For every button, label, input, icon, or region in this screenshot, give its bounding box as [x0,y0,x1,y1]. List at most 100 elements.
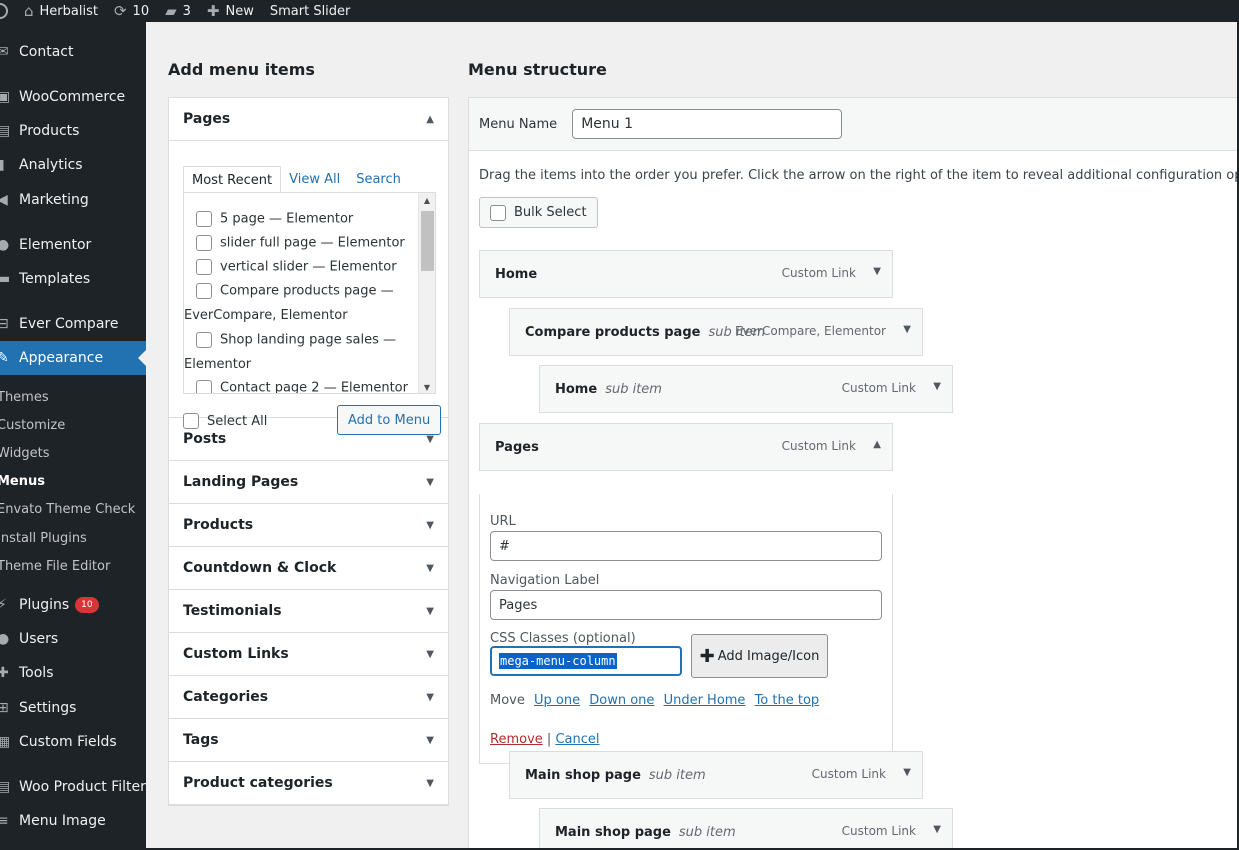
menu-item[interactable]: Home Custom Link ▼ [479,250,893,298]
submenu-customize[interactable]: Customize [0,411,65,439]
move-to-top-link[interactable]: To the top [755,693,820,708]
menu-item[interactable]: Main shop page sub item Custom Link ▼ [509,751,923,799]
chevron-down-icon[interactable]: ▼ [426,434,434,445]
menu-item-expanded[interactable]: Pages Custom Link ▲ [479,423,893,471]
remove-link[interactable]: Remove [490,732,543,747]
submenu-theme-file-editor[interactable]: Theme File Editor [0,552,110,580]
tab-view-all[interactable]: View All [281,166,348,195]
list-item[interactable]: 5 page — Elementor [196,211,353,227]
navigation-label-input[interactable]: Pages [490,590,882,620]
list-item[interactable]: Shop landing page sales — [196,332,396,348]
page-checkbox[interactable] [196,380,212,393]
page-label: slider full page — Elementor [220,235,405,251]
tags-section-header[interactable]: Tags ▼ [169,719,448,762]
cancel-link[interactable]: Cancel [555,732,599,747]
products-section-header[interactable]: Products ▼ [169,504,448,547]
menu-name-input[interactable]: Menu 1 [572,109,843,139]
chevron-up-icon[interactable]: ▲ [426,114,434,125]
submenu-menus[interactable]: Menus [0,467,45,495]
tab-most-recent[interactable]: Most Recent [183,166,282,195]
submenu-envato-theme-check[interactable]: Envato Theme Check [0,495,135,523]
chevron-down-icon[interactable]: ▼ [933,381,941,392]
section-title: Categories [183,689,269,705]
page-checkbox[interactable] [196,283,212,299]
categories-section-header[interactable]: Categories ▼ [169,676,448,719]
list-item[interactable]: vertical slider — Elementor [196,259,397,275]
list-item[interactable]: slider full page — Elementor [196,235,405,251]
menu-item[interactable]: Main shop page sub item Custom Link ▼ [539,808,953,848]
menu-item[interactable]: Home sub item Custom Link ▼ [539,365,953,413]
sidebar-item-custom-fields[interactable]: ▦ Custom Fields [0,725,146,759]
chevron-down-icon[interactable]: ▼ [933,824,941,835]
page-checkbox[interactable] [196,332,212,348]
smart-slider-link[interactable]: Smart Slider [270,0,351,22]
countdown-clock-section-header[interactable]: Countdown & Clock ▼ [169,547,448,590]
tab-search[interactable]: Search [348,166,409,195]
testimonials-section-header[interactable]: Testimonials ▼ [169,590,448,633]
landing-pages-section-header[interactable]: Landing Pages ▼ [169,461,448,504]
updates-link[interactable]: ⟳ 10 [114,0,149,22]
sidebar-item-elementor[interactable]: ● Elementor [0,228,146,262]
chevron-down-icon[interactable]: ▼ [426,563,434,574]
chevron-down-icon[interactable]: ▼ [426,606,434,617]
chevron-down-icon[interactable]: ▼ [426,477,434,488]
sidebar-item-woo-product-filter[interactable]: ▤ Woo Product Filter [0,770,146,804]
page-label: Shop landing page sales — [220,332,396,348]
sidebar-item-ever-compare[interactable]: ⊟ Ever Compare [0,307,146,341]
sidebar-item-analytics[interactable]: ▮ Analytics [0,148,146,182]
chevron-up-icon[interactable]: ▲ [873,439,881,450]
pages-section-header[interactable]: Pages ▲ [169,98,448,141]
chevron-down-icon[interactable]: ▼ [426,692,434,703]
submenu-themes[interactable]: Themes [0,383,49,411]
scrollbar-thumb[interactable] [421,211,434,271]
add-image-icon-button[interactable]: ✚ Add Image/Icon [691,634,828,678]
chevron-down-icon[interactable]: ▼ [873,266,881,277]
sidebar-item-users[interactable]: ● Users [0,622,146,656]
checklist-scrollbar[interactable]: ▲ ▼ [418,193,435,393]
submenu-install-plugins[interactable]: Install Plugins [0,524,87,552]
submenu-widgets[interactable]: Widgets [0,439,50,467]
chevron-down-icon[interactable]: ▼ [426,649,434,660]
chevron-down-icon[interactable]: ▼ [426,520,434,531]
chevron-down-icon[interactable]: ▼ [903,767,911,778]
sidebar-item-woocommerce[interactable]: ▣ WooCommerce [0,80,146,114]
list-item[interactable]: Compare products page — [196,283,394,299]
list-item[interactable]: Contact page 2 — Elementor [196,380,408,393]
move-down-one-link[interactable]: Down one [589,693,654,708]
sidebar-item-appearance[interactable]: ✎ Appearance [0,341,146,375]
page-checkbox[interactable] [196,235,212,251]
scroll-up-icon[interactable]: ▲ [419,196,435,205]
page-checkbox[interactable] [196,259,212,275]
chevron-down-icon[interactable]: ▼ [426,778,434,789]
bulk-select-button[interactable]: Bulk Select [479,197,598,228]
bulk-select-checkbox[interactable] [490,204,506,221]
page-checkbox[interactable] [196,211,212,227]
move-up-one-link[interactable]: Up one [534,693,580,708]
sidebar-item-products[interactable]: ▤ Products [0,114,146,148]
sidebar-item-marketing[interactable]: ◀ Marketing [0,183,146,217]
site-name-link[interactable]: ⌂ Herbalist [24,0,98,22]
sidebar-item-tools[interactable]: ✚ Tools [0,656,146,690]
sidebar-item-templates[interactable]: ▬ Templates [0,262,146,296]
sidebar-item-plugins[interactable]: ⚡ Plugins 10 [0,588,146,622]
settings-icon: ⊞ [0,700,9,716]
move-under-home-link[interactable]: Under Home [664,693,746,708]
scroll-down-icon[interactable]: ▼ [419,383,435,392]
comments-link[interactable]: ▰ 3 [165,0,191,22]
select-all-checkbox[interactable] [183,413,199,429]
css-classes-value: mega-menu-column [499,653,617,669]
add-to-menu-button[interactable]: Add to Menu [337,405,442,435]
sidebar-item-contact[interactable]: ✉ Contact [0,35,146,69]
chevron-down-icon[interactable]: ▼ [903,324,911,335]
sidebar-item-settings[interactable]: ⊞ Settings [0,691,146,725]
custom-links-section-header[interactable]: Custom Links ▼ [169,633,448,676]
product-categories-section-header[interactable]: Product categories ▼ [169,762,448,805]
select-all-control[interactable]: Select All [183,413,267,429]
sidebar-item-menu-image[interactable]: ≡ Menu Image [0,804,146,838]
menu-item[interactable]: Compare products page sub item EverCompar… [509,308,923,356]
css-classes-input[interactable]: mega-menu-column [490,646,682,676]
chevron-down-icon[interactable]: ▼ [426,735,434,746]
wordpress-logo-icon[interactable] [0,3,8,19]
new-content-link[interactable]: ✚ New [207,0,254,22]
url-input[interactable]: # [490,531,882,561]
